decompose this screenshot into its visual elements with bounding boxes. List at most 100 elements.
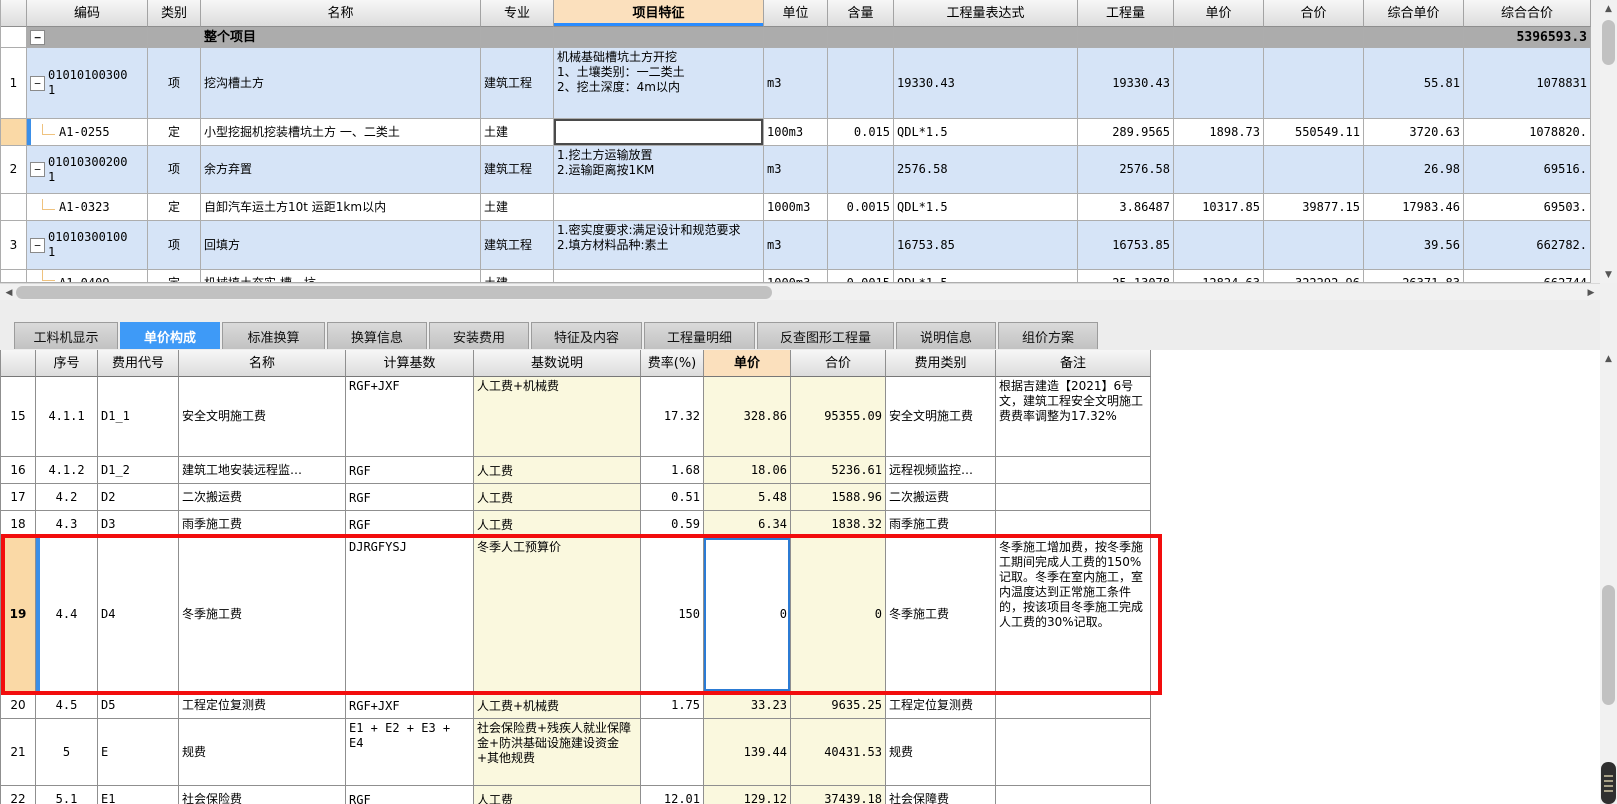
cell-comp-unit-price[interactable]: 26371.83 xyxy=(1364,270,1464,283)
scroll-right-icon[interactable]: ▶ xyxy=(1584,284,1598,301)
cell-qty-expr[interactable]: 2576.58 xyxy=(894,146,1078,194)
cell-comp-unit-price[interactable]: 26.98 xyxy=(1364,146,1464,194)
col-header-rownum[interactable] xyxy=(1,0,27,27)
cell-category[interactable]: 定 xyxy=(148,270,201,283)
cell-base-desc[interactable]: 人工费+机械费 xyxy=(474,692,641,719)
cell-comp-unit-price[interactable]: 3720.63 xyxy=(1364,119,1464,146)
cell-calc-base[interactable]: RGF+JXF xyxy=(346,692,474,719)
tab-pricing-scheme[interactable]: 组价方案 xyxy=(998,322,1098,349)
cell-base-desc[interactable]: 人工费+机械费 xyxy=(474,377,641,457)
cell-rate[interactable]: 150 xyxy=(641,538,704,692)
cell-fee-category[interactable]: 安全文明施工费 xyxy=(886,377,996,457)
cell-row-number[interactable]: 1 xyxy=(1,48,27,119)
cell-unit-price[interactable]: 18.06 xyxy=(704,457,791,484)
cell-calc-base[interactable]: RGF xyxy=(346,457,474,484)
cell-content[interactable] xyxy=(828,146,894,194)
cell-code[interactable]: − xyxy=(27,27,148,48)
cell-unit-price[interactable]: 1898.73 xyxy=(1174,119,1264,146)
cell-category[interactable]: 定 xyxy=(148,194,201,221)
collapse-icon[interactable]: − xyxy=(30,75,45,91)
bottom-vscroll-thumb[interactable] xyxy=(1602,585,1615,705)
cell-major[interactable]: 建筑工程 xyxy=(481,221,554,270)
cell-fee-code[interactable]: E xyxy=(98,719,179,786)
cell-row-number[interactable]: 21 xyxy=(1,719,36,786)
cell-content[interactable]: 0.015 xyxy=(828,119,894,146)
collapse-icon[interactable]: − xyxy=(30,237,45,253)
cell-total[interactable] xyxy=(1264,221,1364,270)
cell-row-number[interactable] xyxy=(1,27,27,48)
cell-name[interactable]: 规费 xyxy=(179,719,346,786)
cell-base-desc[interactable]: 人工费 xyxy=(474,511,641,538)
horizontal-scrollbar[interactable]: ◀ ▶ xyxy=(0,283,1600,301)
col-header-qty-expr[interactable]: 工程量表达式 xyxy=(894,0,1078,27)
col-header-comp-total[interactable]: 综合合价 xyxy=(1464,0,1591,27)
cell-remark[interactable] xyxy=(996,692,1151,719)
cell-seq[interactable]: 4.3 xyxy=(36,511,98,538)
tab-conversion-info[interactable]: 换算信息 xyxy=(327,322,427,349)
cell-remark[interactable] xyxy=(996,511,1151,538)
cell-base-desc[interactable]: 冬季人工预算价 xyxy=(474,538,641,692)
col-header-unit[interactable]: 单位 xyxy=(764,0,828,27)
tab-check-graphic-quantity[interactable]: 反查图形工程量 xyxy=(757,322,894,349)
cell-major[interactable]: 土建 xyxy=(481,119,554,146)
cell-remark[interactable]: 根据吉建造【2021】6号文，建筑工程安全文明施工费费率调整为17.32% xyxy=(996,377,1151,457)
col-header-total[interactable]: 合价 xyxy=(791,350,886,377)
cell-total[interactable] xyxy=(1264,48,1364,119)
cell-fee-code[interactable]: D5 xyxy=(98,692,179,719)
cell-qty-expr[interactable]: QDL*1.5 xyxy=(894,194,1078,221)
cell-comp-unit-price[interactable] xyxy=(1364,27,1464,48)
cell-name[interactable]: 安全文明施工费 xyxy=(179,377,346,457)
cell-code[interactable]: A1-0323 xyxy=(27,194,148,221)
collapse-icon[interactable]: − xyxy=(30,162,45,177)
tab-description-info[interactable]: 说明信息 xyxy=(896,322,996,349)
cell-fee-code[interactable]: D4 xyxy=(98,538,179,692)
cell-fee-code[interactable]: D2 xyxy=(98,484,179,511)
cell-unit-price[interactable]: 129.12 xyxy=(704,786,791,804)
cell-seq[interactable]: 4.4 xyxy=(36,538,98,692)
cell-unit[interactable]: m3 xyxy=(764,48,828,119)
cell-rate[interactable]: 1.68 xyxy=(641,457,704,484)
top-vscroll-thumb[interactable] xyxy=(1602,20,1615,65)
cell-name[interactable]: 雨季施工费 xyxy=(179,511,346,538)
cell-fee-code[interactable]: D1_2 xyxy=(98,457,179,484)
collapse-icon[interactable]: − xyxy=(30,29,45,45)
col-header-fee-name[interactable]: 名称 xyxy=(179,350,346,377)
top-vertical-scrollbar[interactable]: ▲ ▼ xyxy=(1600,0,1617,283)
cell-total[interactable]: 1838.32 xyxy=(791,511,886,538)
cell-name[interactable]: 挖沟槽土方 xyxy=(201,48,481,119)
cell-category[interactable] xyxy=(148,27,201,48)
cell-rate[interactable]: 0.51 xyxy=(641,484,704,511)
col-header-unit-price[interactable]: 单价 xyxy=(704,350,791,377)
cell-unit-price[interactable] xyxy=(1174,146,1264,194)
cell-fee-category[interactable]: 规费 xyxy=(886,719,996,786)
col-header-seq[interactable]: 序号 xyxy=(36,350,98,377)
cell-unit[interactable]: m3 xyxy=(764,221,828,270)
cell-unit-price[interactable]: 12824.63 xyxy=(1174,270,1264,283)
cell-name[interactable]: 余方弃置 xyxy=(201,146,481,194)
cell-name[interactable]: 工程定位复测费 xyxy=(179,692,346,719)
cell-code[interactable]: A1-0409 xyxy=(27,270,148,283)
cell-category[interactable]: 定 xyxy=(148,119,201,146)
cell-name[interactable]: 整个项目 xyxy=(201,27,481,48)
tab-installation-fee[interactable]: 安装费用 xyxy=(429,322,529,349)
cell-calc-base[interactable]: DJRGFYSJ xyxy=(346,538,474,692)
cell-fee-category[interactable]: 远程视频监控… xyxy=(886,457,996,484)
bottom-vertical-scrollbar[interactable]: ▲ xyxy=(1600,350,1617,804)
cell-fee-code[interactable]: D1_1 xyxy=(98,377,179,457)
col-header-comp-unit-price[interactable]: 综合单价 xyxy=(1364,0,1464,27)
cell-qty-expr[interactable]: QDL*1.5 xyxy=(894,270,1078,283)
cell-rate[interactable]: 1.75 xyxy=(641,692,704,719)
cell-comp-total[interactable]: 1078831 xyxy=(1464,48,1591,119)
cell-rate[interactable]: 0.59 xyxy=(641,511,704,538)
cell-code[interactable]: −010101003001 xyxy=(27,48,148,119)
cell-content[interactable] xyxy=(828,48,894,119)
cell-comp-total[interactable]: 662744 xyxy=(1464,270,1591,283)
cell-remark[interactable] xyxy=(996,484,1151,511)
cell-unit[interactable]: 100m3 xyxy=(764,119,828,146)
cell-total[interactable]: 0 xyxy=(791,538,886,692)
col-header-grid-rownum[interactable] xyxy=(1,350,36,377)
cell-content[interactable]: 0.0015 xyxy=(828,194,894,221)
scroll-left-icon[interactable]: ◀ xyxy=(2,284,16,301)
col-header-calc-base[interactable]: 计算基数 xyxy=(346,350,474,377)
cell-major[interactable]: 建筑工程 xyxy=(481,146,554,194)
